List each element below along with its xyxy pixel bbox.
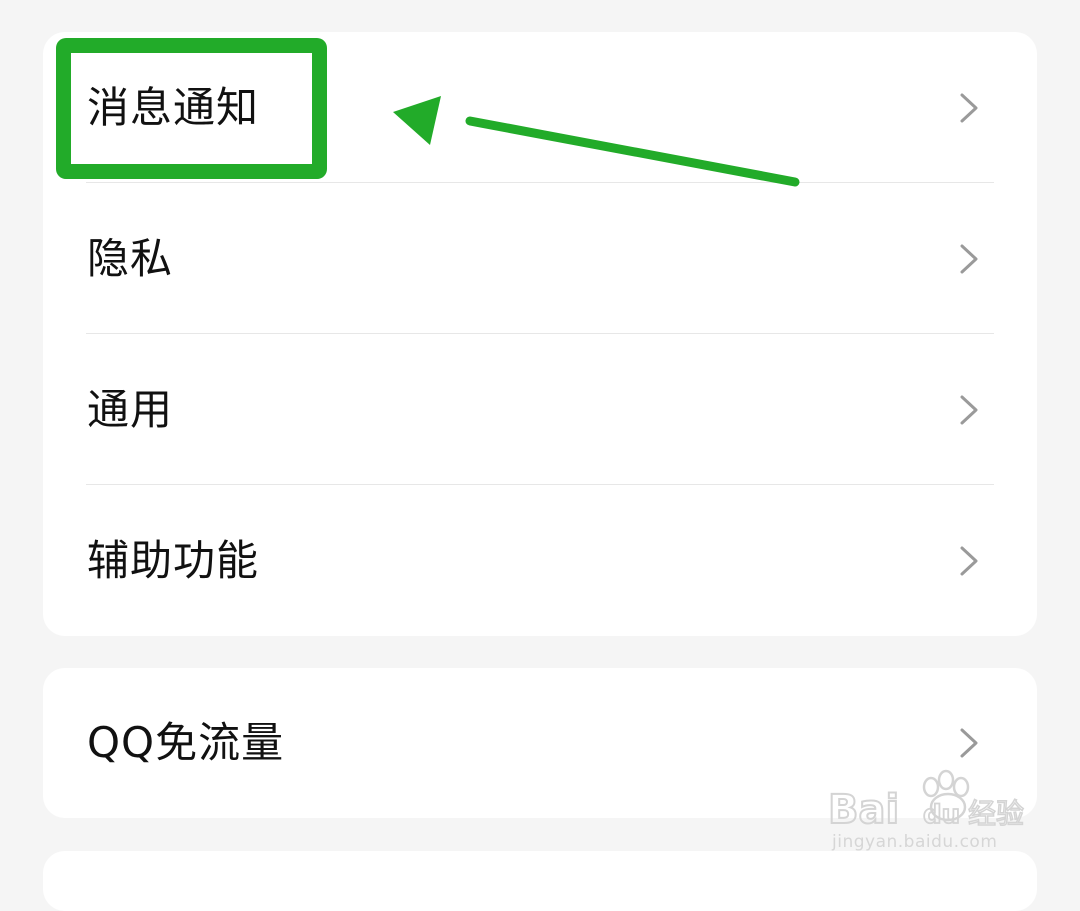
svg-text:经验: 经验 <box>968 797 1024 830</box>
annotation-arrow-icon <box>393 96 800 187</box>
svg-text:du: du <box>923 800 960 830</box>
watermark-url: jingyan.baidu.com <box>832 832 998 852</box>
svg-text:Bai: Bai <box>828 787 899 833</box>
